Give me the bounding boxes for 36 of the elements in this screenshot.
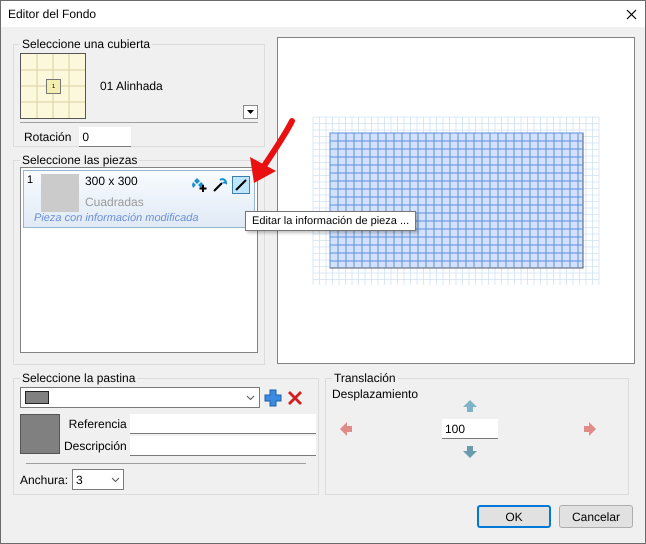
group-title: Seleccione las piezas [21,153,138,167]
offset-field[interactable]: 100 [442,419,498,439]
grout-dropdown[interactable] [20,387,260,408]
piece-index: 1 [27,174,34,188]
delete-icon[interactable] [286,388,304,406]
annotation-arrow-icon [248,117,296,185]
plus-icon[interactable] [264,388,282,406]
piece-type: Cuadradas [85,195,145,211]
caret-icon [247,110,254,114]
piece-note: Pieza con información modificada [33,212,200,225]
group-title: Seleccione una cubierta [21,37,152,51]
window-title: Editor del Fondo [8,7,96,21]
rotation-label: Rotación [24,130,72,144]
dialog-button[interactable]: OK [477,505,551,528]
rotation-field[interactable]: 0 [79,127,132,147]
deck-name: 01 Alinhada [100,79,163,93]
width-label: Anchura: [20,472,68,486]
chevron-down-icon [111,476,120,482]
field-label: Referencia [68,417,127,431]
input-field[interactable] [130,436,316,456]
input-field[interactable] [130,414,316,434]
piece-swatch [41,174,79,212]
chevron-down-icon [246,394,255,400]
close-icon[interactable] [626,8,637,20]
grout-swatch [20,414,60,454]
width-dropdown[interactable]: 3 [72,469,124,490]
arrow-down-icon[interactable] [463,446,477,458]
dialog-button[interactable]: Cancelar [559,505,633,528]
tooltip: Editar la información de pieza ... [245,211,416,231]
dropdown-button[interactable] [243,105,258,119]
move-add-icon[interactable] [190,176,208,194]
piece-size: 300 x 300 [85,174,139,190]
group-title: Translación [333,371,397,385]
group-title: Seleccione la pastina [21,371,136,385]
offset-label: Desplazamiento [332,387,420,401]
field-label: Descripción [64,439,127,453]
